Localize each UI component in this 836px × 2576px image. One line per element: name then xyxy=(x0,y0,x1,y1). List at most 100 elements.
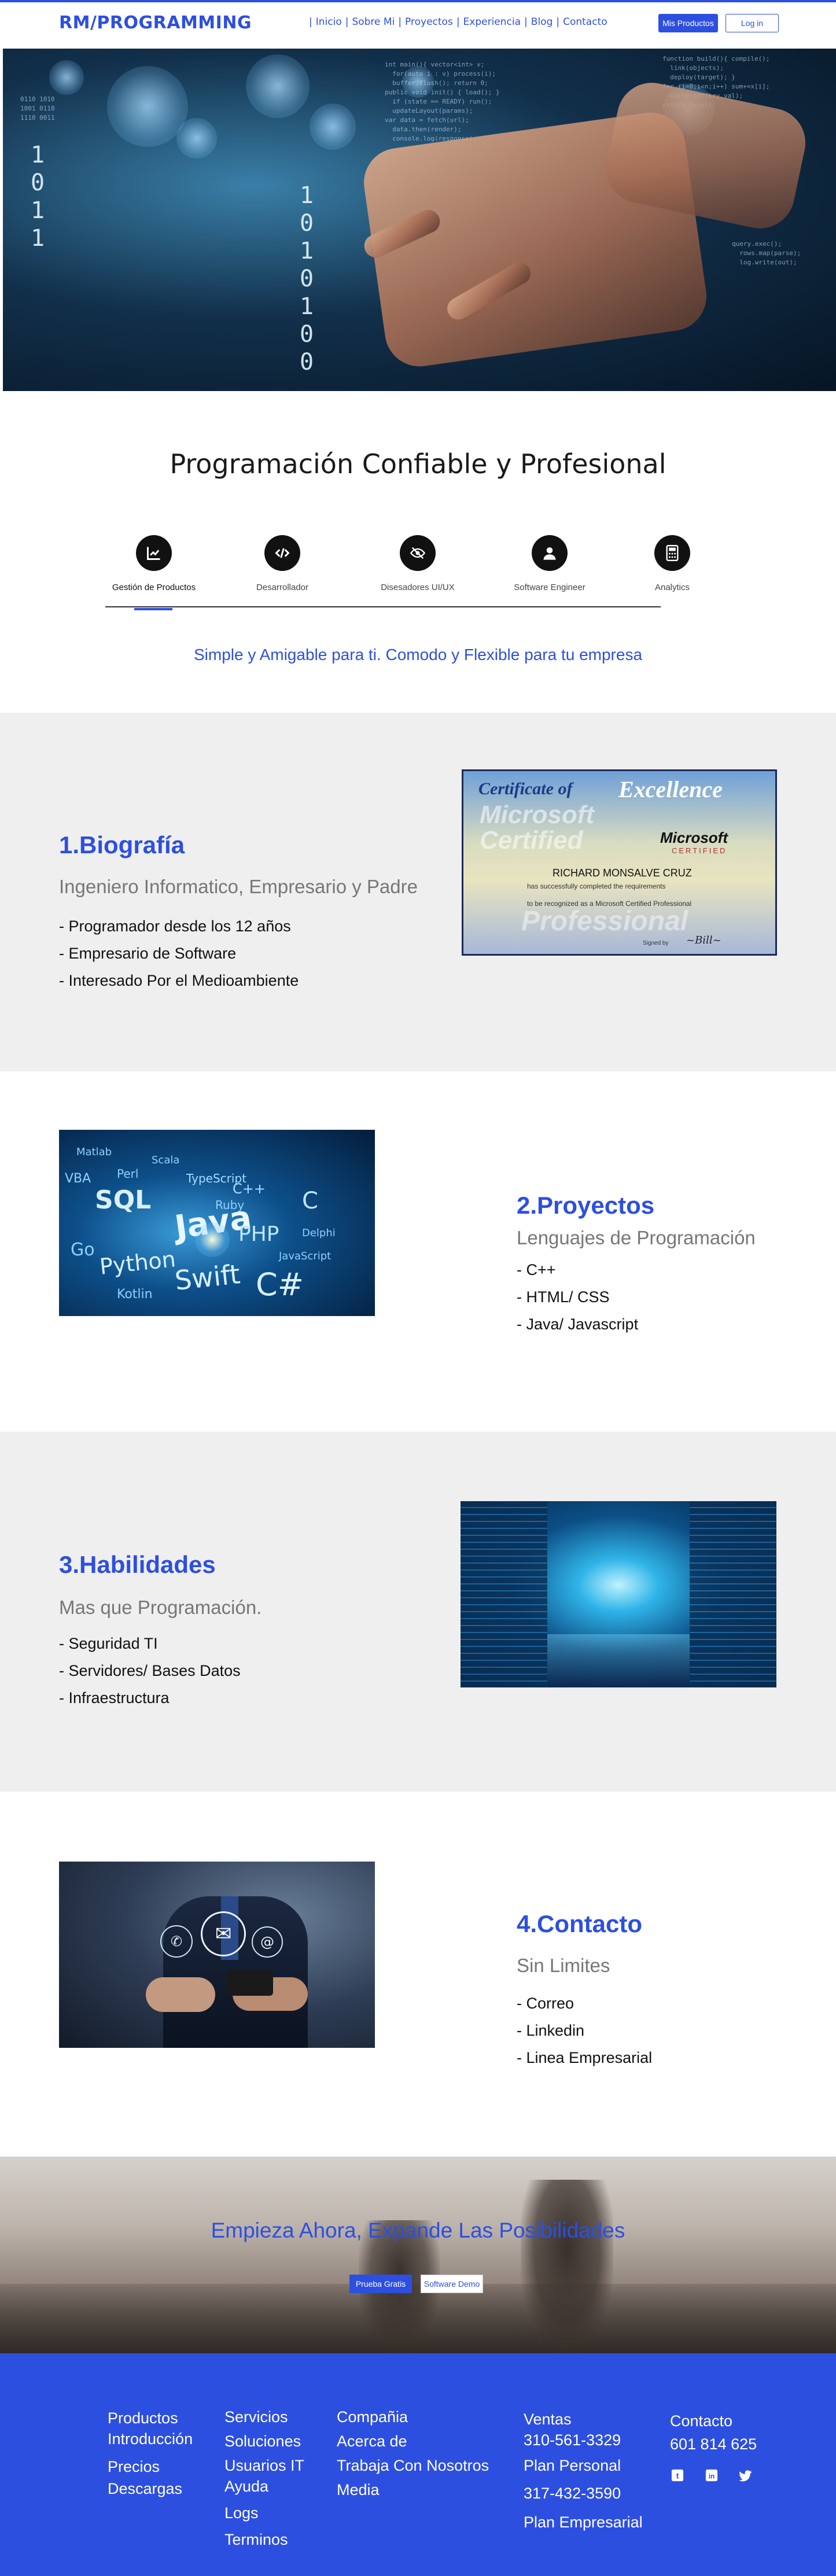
footer-heading: Servicios xyxy=(224,2408,288,2426)
certificate-line: has successfully completed the requireme… xyxy=(527,882,666,890)
nav-blog[interactable]: Blog xyxy=(531,16,553,28)
footer-link[interactable]: Plan Empresarial xyxy=(524,2509,643,2535)
hero-digit: 0 xyxy=(299,210,314,237)
nav-separator: | xyxy=(398,16,402,28)
hero-digit: 1 xyxy=(299,182,314,209)
footer-link[interactable]: Descargas xyxy=(108,2478,193,2500)
nav-contacto[interactable]: Contacto xyxy=(563,16,607,28)
language-word: JavaScript xyxy=(279,1250,332,1262)
certified-label: CERTIFIED xyxy=(672,846,727,855)
bio-subtitle: Ingeniero Informatico, Empresario y Padr… xyxy=(59,876,418,897)
nav-separator: | xyxy=(456,16,460,28)
linkedin-icon[interactable]: in xyxy=(704,2468,719,2483)
footer-link[interactable]: Precios xyxy=(108,2456,193,2478)
feature-label: Disesadores UI/UX xyxy=(381,583,455,592)
login-button[interactable]: Log in xyxy=(725,14,779,32)
cta-banner-image xyxy=(0,2157,836,2353)
hero-digit: 0 xyxy=(299,349,314,375)
nav-proyectos[interactable]: Proyectos xyxy=(405,16,453,28)
feature-ui-ux[interactable]: Disesadores UI/UX xyxy=(366,535,470,592)
footer-heading: Contacto xyxy=(670,2412,733,2430)
footer-link[interactable]: Terminos xyxy=(224,2527,304,2552)
feature-product-management[interactable]: Gestión de Productos xyxy=(102,535,206,592)
main-nav: | Inicio | Sobre Mi | Proyectos | Experi… xyxy=(305,16,607,28)
footer-link[interactable]: Plan Personal xyxy=(524,2453,643,2478)
list-item: - Seguridad TI xyxy=(59,1635,158,1652)
feature-label: Gestión de Productos xyxy=(112,583,196,592)
page-title: Programación Confiable y Profesional xyxy=(170,448,666,480)
certificate-name: RICHARD MONSALVE CRUZ xyxy=(553,867,692,879)
code-icon xyxy=(264,535,300,571)
footer-link[interactable]: Logs xyxy=(224,2501,304,2525)
language-word: Go xyxy=(71,1240,95,1260)
feature-label: Analytics xyxy=(654,583,690,592)
footer-link[interactable]: Media xyxy=(337,2478,489,2502)
hero-digit: 1 xyxy=(299,293,314,320)
nav-inicio[interactable]: Inicio xyxy=(316,16,342,28)
active-tab-indicator xyxy=(134,608,172,610)
feature-software-engineer[interactable]: Software Engineer xyxy=(498,535,602,592)
feature-developer[interactable]: Desarrollador xyxy=(230,535,334,592)
nav-separator: | xyxy=(309,16,312,28)
tumblr-icon[interactable]: t xyxy=(670,2468,685,2483)
software-demo-button[interactable]: Software Demo xyxy=(421,2275,483,2293)
footer-link[interactable]: Trabaja Con Nosotros xyxy=(337,2453,489,2478)
skills-subtitle: Mas que Programación. xyxy=(59,1597,262,1618)
footer-link[interactable]: Ayuda xyxy=(224,2474,304,2498)
projects-subtitle: Lenguajes de Programación xyxy=(517,1227,756,1248)
language-word: Python xyxy=(98,1246,177,1280)
footer-link[interactable]: Soluciones xyxy=(224,2429,304,2453)
skills-heading: 3.Habilidades xyxy=(59,1551,216,1578)
feature-analytics[interactable]: Analytics xyxy=(620,535,724,592)
nav-separator: | xyxy=(524,16,528,28)
at-sign-icon: @ xyxy=(252,1926,283,1958)
language-word: Delphi xyxy=(302,1227,336,1239)
footer-phone[interactable]: 601 814 625 xyxy=(670,2431,757,2457)
list-item: - Linea Empresarial xyxy=(517,2049,653,2066)
my-products-button[interactable]: Mis Productos xyxy=(658,14,718,32)
list-item: - Empresario de Software xyxy=(59,945,237,962)
contact-subtitle: Sin Limites xyxy=(517,1955,610,1976)
tagline: Simple y Amigable para ti. Comodo y Flex… xyxy=(193,646,643,664)
language-word: Matlab xyxy=(76,1146,112,1158)
language-word: C xyxy=(302,1188,318,1214)
projects-list: - C++ - HTML/ CSS - Java/ Javascript xyxy=(517,1256,638,1338)
user-icon xyxy=(532,535,568,571)
footer-heading: Productos xyxy=(108,2409,178,2427)
language-word: SQL xyxy=(95,1185,152,1215)
contact-heading: 4.Contacto xyxy=(517,1910,643,1937)
eye-slash-icon xyxy=(400,535,436,571)
svg-text:in: in xyxy=(709,2472,715,2481)
language-word: Scala xyxy=(152,1154,180,1166)
skills-list: - Seguridad TI - Servidores/ Bases Datos… xyxy=(59,1630,241,1712)
nav-experiencia[interactable]: Experiencia xyxy=(463,16,521,28)
nav-separator: | xyxy=(345,16,349,28)
list-item: - Java/ Javascript xyxy=(517,1315,639,1333)
svg-text:t: t xyxy=(676,2472,679,2481)
brand-logo[interactable]: RM/PROGRAMMING xyxy=(59,13,252,33)
cta-title: Empieza Ahora, Expande Las Posibilidades xyxy=(211,2218,625,2242)
language-word: C# xyxy=(256,1266,304,1303)
nav-sobre-mi[interactable]: Sobre Mi xyxy=(352,16,395,28)
certificate-image: Certificate of Excellence Microsoft Certi… xyxy=(462,769,777,956)
footer-phone[interactable]: 317-432-3590 xyxy=(524,2481,643,2506)
free-trial-button[interactable]: Prueba Gratis xyxy=(349,2275,412,2293)
footer-link[interactable]: Acerca de xyxy=(337,2429,489,2453)
bio-list: - Programador desde los 12 años - Empres… xyxy=(59,913,299,994)
footer-phone[interactable]: 310-561-3329 xyxy=(524,2427,643,2453)
phone-icon: ✆ xyxy=(160,1925,193,1958)
footer-col-company: Compañia Acerca de Trabaja Con Nosotros … xyxy=(337,2405,489,2502)
list-item: - Servidores/ Bases Datos xyxy=(59,1662,241,1679)
footer-link[interactable]: Introducción xyxy=(108,2428,193,2450)
hero-digit: 1 xyxy=(30,225,45,252)
data-center-image xyxy=(461,1501,776,1687)
list-item: - Infraestructura xyxy=(59,1689,170,1707)
twitter-icon[interactable] xyxy=(738,2468,753,2483)
chart-line-icon xyxy=(136,535,172,571)
list-item: - HTML/ CSS xyxy=(517,1288,610,1306)
language-word: Kotlin xyxy=(117,1287,153,1302)
language-word: PHP xyxy=(238,1222,279,1246)
feature-label: Desarrollador xyxy=(256,583,309,592)
language-word: C++ xyxy=(233,1181,266,1197)
bio-heading: 1.Biografía xyxy=(59,831,185,858)
